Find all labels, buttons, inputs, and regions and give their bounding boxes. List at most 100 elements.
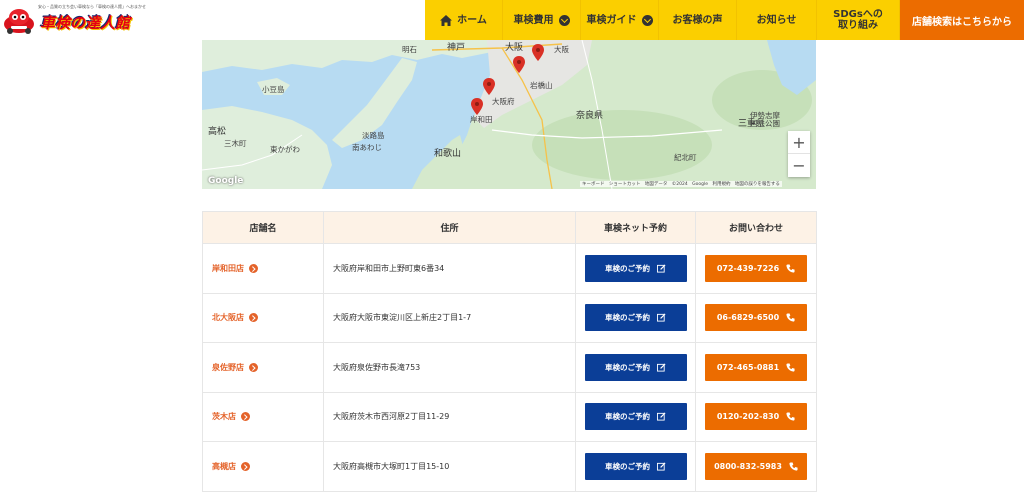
reserve-button-label: 車検のご予約 [605,461,650,471]
store-name: 高槻店 [212,461,236,471]
phone-number: 0800-832-5983 [714,461,782,471]
table-row: 高槻店 大阪府高槻市大塚町1丁目15-10 車検のご予約 0800-832-59… [202,441,817,492]
reserve-button-label: 車検のご予約 [605,412,650,422]
store-address: 大阪府泉佐野市長滝753 [323,342,576,393]
nav-inspection-guide[interactable]: 車検ガイド [581,0,659,40]
logo-tagline: 安心・品質の立ち会い車検なら「車検の達人館」へおまかせ [38,4,146,9]
phone-icon [786,264,795,273]
header-store-name: 店舗名 [202,211,324,244]
phone-button[interactable]: 06-6829-6500 [705,304,807,332]
zoom-in-button[interactable]: + [788,131,810,154]
phone-icon [786,363,795,372]
arrow-right-icon [249,263,258,273]
google-logo: Google [208,176,244,186]
store-address: 大阪府岸和田市上野町東6番34 [323,243,576,294]
map-label: 岸和田 [470,115,493,124]
map-label: 三木町 [224,139,247,148]
map-label: 神戸 [447,43,466,53]
map-label: 和歌山 [434,149,462,159]
reserve-button[interactable]: 車検のご予約 [584,254,687,282]
phone-button[interactable]: 072-439-7226 [705,254,807,282]
nav-home-label: ホーム [457,14,487,26]
arrow-right-icon [241,461,250,471]
nav-customer-voice[interactable]: お客様の声 [659,0,737,40]
store-address: 大阪府大阪市東淀川区上新庄2丁目1-7 [323,292,576,343]
store-map[interactable]: 明石 神戸 大阪 大阪 岸和田 大阪府 岩橋山 小豆島 高松 三木町 東かがわ … [202,40,816,189]
map-label: 伊勢志摩国立公園 [750,111,780,128]
nav-sdgs[interactable]: SDGsへの取り組み [817,0,900,40]
site-logo[interactable]: 安心・品質の立ち会い車検なら「車検の達人館」へおまかせ 車検の達人館 [0,0,150,40]
store-name-link[interactable]: 泉佐野店 [202,342,324,393]
map-terrain [202,40,816,189]
header-contact: お問い合わせ [695,211,817,244]
map-label: 大阪 [505,43,524,53]
arrow-right-icon [249,313,258,323]
map-label: 岩橋山 [530,81,553,90]
map-label: 高松 [208,127,227,137]
phone-number: 072-439-7226 [716,263,780,273]
table-row: 岸和田店 大阪府岸和田市上野町東6番34 車検のご予約 072-439-7226 [202,243,817,294]
store-address: 大阪府高槻市大塚町1丁目15-10 [323,441,576,492]
store-address: 大阪府茨木市西河原2丁目11-29 [323,391,576,442]
nav-sdgs-label: SDGsへの取り組み [833,9,883,31]
reserve-button-label: 車検のご予約 [605,362,650,372]
store-name: 茨木店 [212,412,236,422]
store-name-link[interactable]: 北大阪店 [202,292,324,343]
reserve-button[interactable]: 車検のご予約 [584,452,687,480]
phone-number: 072-465-0881 [716,362,780,372]
phone-icon [786,313,795,322]
map-label: 南あわじ [352,143,382,152]
map-attribution: キーボード ショートカット 地図データ ©2024 Google 利用規約 地図… [580,181,782,187]
table-row: 茨木店 大阪府茨木市西河原2丁目11-29 車検のご予約 0120-202-83… [202,391,817,442]
map-zoom-control: + − [788,131,810,177]
edit-icon [657,412,666,421]
arrow-right-icon [241,412,250,422]
nav-inspection-cost[interactable]: 車検費用 [503,0,581,40]
nav-news[interactable]: お知らせ [737,0,817,40]
edit-icon [657,462,666,471]
header-address: 住所 [323,211,576,244]
table-row: 泉佐野店 大阪府泉佐野市長滝753 車検のご予約 072-465-0881 [202,342,817,393]
reserve-button[interactable]: 車検のご予約 [584,403,687,431]
store-search-button[interactable]: 店舗検索はこちらから [900,0,1024,40]
store-name: 岸和田店 [212,263,244,273]
arrow-right-icon [249,362,258,372]
chevron-down-icon [558,14,570,26]
header-net-reservation: 車検ネット予約 [575,211,696,244]
phone-number: 0120-202-830 [716,412,780,422]
zoom-out-button[interactable]: − [788,154,810,177]
reserve-button-label: 車検のご予約 [605,263,650,273]
nav-inspection-guide-label: 車検ガイド [586,14,637,26]
phone-button[interactable]: 072-465-0881 [705,353,807,381]
home-icon [440,14,453,26]
table-row: 北大阪店 大阪府大阪市東淀川区上新庄2丁目1-7 車検のご予約 06-6829-… [202,292,817,343]
store-name-link[interactable]: 茨木店 [202,391,324,442]
map-label: 大阪 [554,45,569,54]
stores-table: 店舗名 住所 車検ネット予約 お問い合わせ 岸和田店 大阪府岸和田市上野町東6番… [202,211,817,492]
store-name-link[interactable]: 高槻店 [202,441,324,492]
phone-button[interactable]: 0120-202-830 [705,403,807,431]
reserve-button[interactable]: 車検のご予約 [584,304,687,332]
map-label: 小豆島 [262,85,285,94]
phone-number: 06-6829-6500 [716,313,780,323]
map-label: 東かがわ [270,145,300,154]
edit-icon [657,363,666,372]
site-header: 安心・品質の立ち会い車検なら「車検の達人館」へおまかせ 車検の達人館 ホーム 車… [0,0,1024,40]
logo-text: 車検の達人館 [40,14,131,32]
edit-icon [657,313,666,322]
nav-home[interactable]: ホーム [425,0,503,40]
nav-news-label: お知らせ [756,14,797,26]
store-name: 泉佐野店 [212,362,244,372]
nav-customer-voice-label: お客様の声 [672,14,723,26]
phone-button[interactable]: 0800-832-5983 [705,452,807,480]
map-label: 淡路島 [362,131,385,140]
main-nav: ホーム 車検費用 車検ガイド お客様の声 お知らせ SDGsへの取り組み [425,0,900,40]
reserve-button[interactable]: 車検のご予約 [584,353,687,381]
map-label: 明石 [402,45,417,54]
nav-inspection-cost-label: 車検費用 [513,14,554,26]
table-header-row: 店舗名 住所 車検ネット予約 お問い合わせ [202,211,817,244]
map-label: 紀北町 [674,153,697,162]
phone-icon [786,412,795,421]
store-name-link[interactable]: 岸和田店 [202,243,324,294]
stores-table-container: 店舗名 住所 車検ネット予約 お問い合わせ 岸和田店 大阪府岸和田市上野町東6番… [202,211,817,492]
